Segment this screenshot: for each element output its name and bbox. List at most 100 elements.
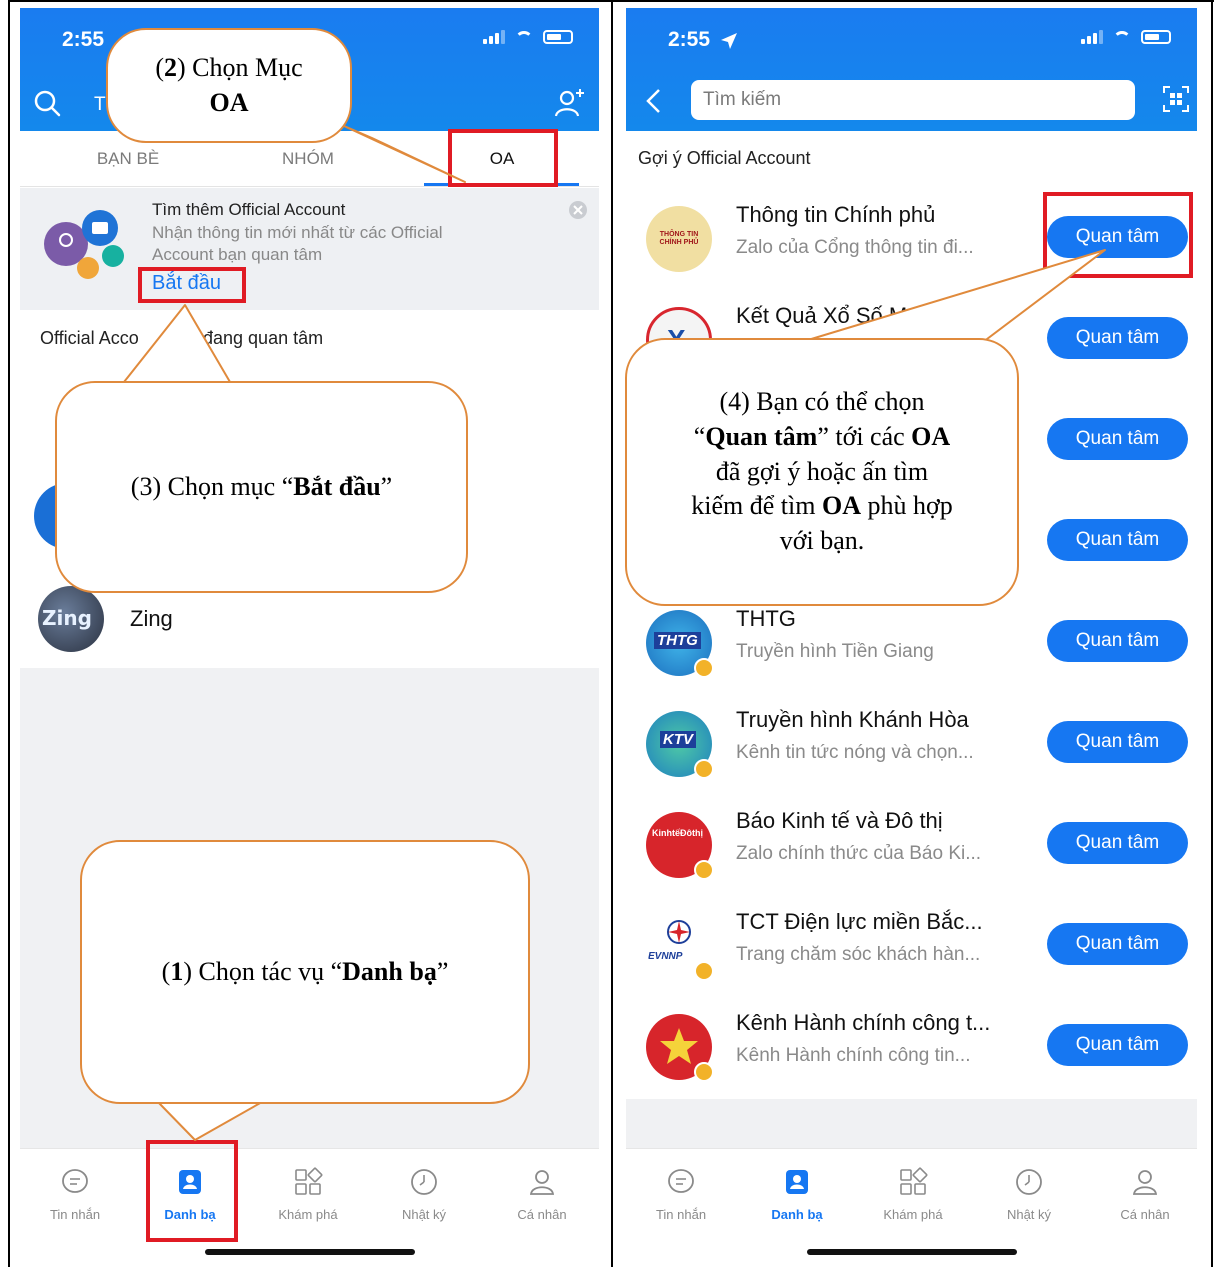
chat-bubble-icon [668,1169,694,1193]
close-icon[interactable] [568,200,588,220]
follow-button[interactable]: Quan tâm [1047,317,1188,359]
search-icon[interactable] [32,88,62,118]
right-header: 2:55 Tìm kiếm [626,8,1197,131]
account-name: Kết Quả Xổ Số M [736,303,908,328]
banner-desc-line1: Nhận thông tin mới nhất từ các Official [152,223,443,242]
tab-messages[interactable]: Tin nhắn [25,1167,125,1222]
account-name: TCT Điện lực miền Bắc... [736,909,983,934]
status-time: 2:55 [668,28,711,51]
list-item[interactable]: EVNNP TCT Điện lực miền Bắc... Trang chă… [626,899,1197,1001]
list-item[interactable]: Zing Zing [20,582,599,668]
star-emblem-icon [660,1028,698,1064]
callout-step-1: (1) Chọn tác vụ “Danh bạ” [80,840,530,1104]
account-desc: Kênh tin tức nóng và chọn... [736,742,974,763]
follow-button[interactable]: Quan tâm [1047,923,1188,965]
account-name: Kênh Hành chính công t... [736,1010,991,1035]
chat-bubble-icon [62,1169,88,1193]
signal-icon [1081,30,1103,44]
clock-icon [1016,1169,1042,1195]
evn-star-icon [667,920,691,944]
highlight-follow-button [1043,192,1193,278]
home-indicator [204,1249,415,1255]
follow-button[interactable]: Quan tâm [1047,822,1188,864]
suggestion-list: Gợi ý Official Account THÔNG TIN CHÍNH P… [626,131,1197,1148]
following-title-part1: Official Acco [40,328,139,348]
account-name: Zing [130,606,173,631]
list-item[interactable]: KTV Truyền hình Khánh Hòa Kênh tin tức n… [626,697,1197,799]
battery-icon [543,30,573,44]
verified-badge [694,961,714,981]
tab-groups[interactable]: NHÓM [258,149,358,169]
list-item[interactable]: KinhtếĐôthị Báo Kinh tế và Đô thị Zalo c… [626,798,1197,900]
tutorial-figure: 2:55 T BẠN BÈ NHÓM OA Tìm thêm Official … [0,0,1214,1267]
find-oa-banner: Tìm thêm Official Account Nhận thông tin… [20,188,599,310]
home-indicator [806,1249,1017,1255]
tab-diary[interactable]: Nhật ký [374,1167,474,1222]
follow-button[interactable]: Quan tâm [1047,721,1188,763]
status-icons [1081,30,1171,44]
avatar: THÔNG TIN CHÍNH PHỦ [646,206,712,272]
wifi-icon [515,31,533,43]
add-contact-icon[interactable] [553,86,587,120]
signal-icon [483,30,505,44]
callout-step-4: (4) Bạn có thể chọn “Quan tâm” tới các O… [625,338,1019,606]
account-desc: Zalo chính thức của Báo Ki... [736,843,982,864]
tab-contacts[interactable]: Danh bạ [747,1167,847,1222]
account-desc: Zalo của Cổng thông tin đi... [736,237,974,258]
person-icon [1132,1170,1158,1195]
search-placeholder: Tìm kiếm [703,89,782,110]
search-hint[interactable]: T [94,94,106,116]
follow-button[interactable]: Quan tâm [1047,620,1188,662]
following-title-part2: đang quan tâm [203,328,324,348]
frame-left-border [8,0,10,1267]
location-arrow-icon [721,33,737,49]
search-field[interactable]: Tìm kiếm [691,80,1135,120]
account-name: Truyền hình Khánh Hòa [736,707,969,732]
callout-step-3: (3) Chọn mục “Bắt đầu” [55,381,468,593]
contact-book-icon [786,1170,808,1194]
tab-profile[interactable]: Cá nhân [492,1167,592,1222]
status-icons [483,30,573,44]
follow-button[interactable]: Quan tâm [1047,418,1188,460]
section-title: Gợi ý Official Account [638,148,811,168]
wifi-icon [1113,31,1131,43]
follow-button[interactable]: Quan tâm [1047,1024,1188,1066]
zing-avatar: Zing [38,586,104,652]
callout-step-2: (2) Chọn Mục OA [106,28,352,143]
back-chevron-icon[interactable] [644,88,664,114]
follow-button[interactable]: Quan tâm [1047,519,1188,561]
discover-grid-icon [900,1167,928,1195]
account-name: Báo Kinh tế và Đô thị [736,808,943,833]
banner-title: Tìm thêm Official Account [152,200,346,219]
verified-badge [694,860,714,880]
highlight-oa-tab [448,129,558,187]
verified-badge [694,658,714,678]
discover-grid-icon [295,1167,323,1195]
account-name-tail: HI [984,303,1006,328]
status-time: 2:55 [62,28,105,51]
account-desc: Truyền hình Tiền Giang [736,641,934,662]
account-name: Thông tin Chính phủ [736,202,936,227]
verified-badge [694,759,714,779]
tab-discover[interactable]: Khám phá [258,1167,358,1222]
person-icon [529,1170,555,1195]
verified-badge [694,1062,714,1082]
tab-diary[interactable]: Nhật ký [979,1167,1079,1222]
account-name: THTG [736,606,796,631]
battery-icon [1141,30,1171,44]
tab-profile[interactable]: Cá nhân [1095,1167,1195,1222]
tab-messages[interactable]: Tin nhắn [631,1167,731,1222]
list-item[interactable]: Kênh Hành chính công t... Kênh Hành chín… [626,1000,1197,1102]
list-item[interactable]: THTG THTG Truyền hình Tiền Giang Quan tâ… [626,596,1197,698]
tab-friends[interactable]: BẠN BÈ [78,149,178,169]
qr-scan-icon[interactable] [1162,85,1190,113]
frame-right-border [1211,0,1213,1267]
tab-discover[interactable]: Khám phá [863,1167,963,1222]
banner-desc-line2: Account bạn quan tâm [152,245,323,264]
highlight-contacts-tab [146,1140,238,1242]
frame-middle-border [611,0,613,1267]
account-desc: Trang chăm sóc khách hàn... [736,944,981,965]
oa-cluster-icon [44,210,124,279]
clock-icon [411,1169,437,1195]
highlight-start-link [138,267,246,303]
